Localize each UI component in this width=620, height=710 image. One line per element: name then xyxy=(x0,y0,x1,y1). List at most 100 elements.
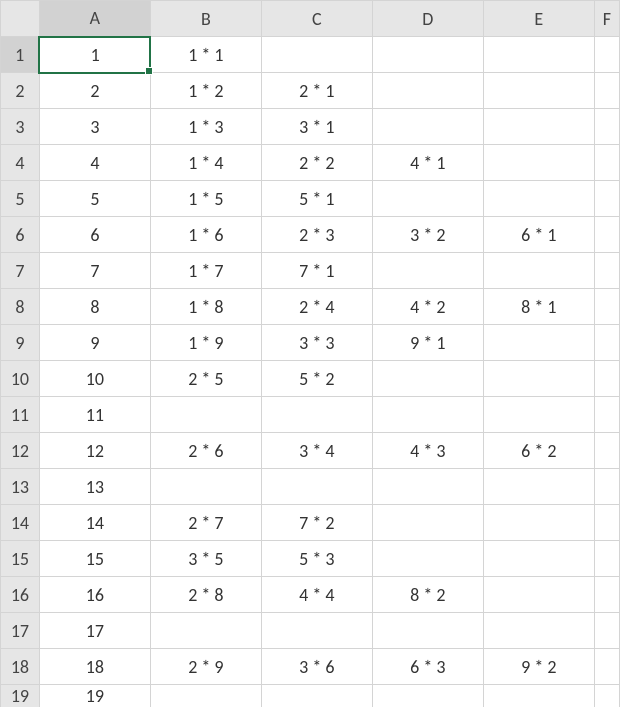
cell-D6[interactable]: 3 * 2 xyxy=(372,217,483,253)
cell-B14[interactable]: 2 * 7 xyxy=(150,505,261,541)
cell-B16[interactable]: 2 * 8 xyxy=(150,577,261,613)
cell-C2[interactable]: 2 * 1 xyxy=(261,73,372,109)
cell-B15[interactable]: 3 * 5 xyxy=(150,541,261,577)
cell-A13[interactable]: 13 xyxy=(39,469,150,505)
row-header-11[interactable]: 11 xyxy=(1,397,40,433)
cell-D8[interactable]: 4 * 2 xyxy=(372,289,483,325)
cell-C8[interactable]: 2 * 4 xyxy=(261,289,372,325)
cell-C15[interactable]: 5 * 3 xyxy=(261,541,372,577)
row-header-18[interactable]: 18 xyxy=(1,649,40,685)
cell-F6[interactable] xyxy=(594,217,619,253)
cell-A4[interactable]: 4 xyxy=(39,145,150,181)
cell-F4[interactable] xyxy=(594,145,619,181)
cell-E1[interactable] xyxy=(483,37,594,73)
row-header-17[interactable]: 17 xyxy=(1,613,40,649)
cell-D7[interactable] xyxy=(372,253,483,289)
cell-C18[interactable]: 3 * 6 xyxy=(261,649,372,685)
row-header-7[interactable]: 7 xyxy=(1,253,40,289)
cell-B7[interactable]: 1 * 7 xyxy=(150,253,261,289)
cell-D13[interactable] xyxy=(372,469,483,505)
cell-E12[interactable]: 6 * 2 xyxy=(483,433,594,469)
cell-D11[interactable] xyxy=(372,397,483,433)
cell-D2[interactable] xyxy=(372,73,483,109)
cell-A8[interactable]: 8 xyxy=(39,289,150,325)
row-header-1[interactable]: 1 xyxy=(1,37,40,73)
cell-C11[interactable] xyxy=(261,397,372,433)
cell-B4[interactable]: 1 * 4 xyxy=(150,145,261,181)
cell-E19[interactable] xyxy=(483,685,594,708)
cell-F8[interactable] xyxy=(594,289,619,325)
cell-D15[interactable] xyxy=(372,541,483,577)
cell-E17[interactable] xyxy=(483,613,594,649)
cell-D17[interactable] xyxy=(372,613,483,649)
cell-C13[interactable] xyxy=(261,469,372,505)
cell-F11[interactable] xyxy=(594,397,619,433)
row-header-4[interactable]: 4 xyxy=(1,145,40,181)
cell-F7[interactable] xyxy=(594,253,619,289)
cell-E16[interactable] xyxy=(483,577,594,613)
cell-E11[interactable] xyxy=(483,397,594,433)
cell-F5[interactable] xyxy=(594,181,619,217)
cell-A3[interactable]: 3 xyxy=(39,109,150,145)
cell-C9[interactable]: 3 * 3 xyxy=(261,325,372,361)
cell-A11[interactable]: 11 xyxy=(39,397,150,433)
cell-A18[interactable]: 18 xyxy=(39,649,150,685)
cell-C12[interactable]: 3 * 4 xyxy=(261,433,372,469)
cell-B11[interactable] xyxy=(150,397,261,433)
cell-F2[interactable] xyxy=(594,73,619,109)
cell-C14[interactable]: 7 * 2 xyxy=(261,505,372,541)
cell-C10[interactable]: 5 * 2 xyxy=(261,361,372,397)
cell-F19[interactable] xyxy=(594,685,619,708)
cell-B2[interactable]: 1 * 2 xyxy=(150,73,261,109)
cell-A17[interactable]: 17 xyxy=(39,613,150,649)
cell-A16[interactable]: 16 xyxy=(39,577,150,613)
cell-C4[interactable]: 2 * 2 xyxy=(261,145,372,181)
row-header-19[interactable]: 19 xyxy=(1,685,40,708)
cell-E13[interactable] xyxy=(483,469,594,505)
row-header-15[interactable]: 15 xyxy=(1,541,40,577)
cell-F1[interactable] xyxy=(594,37,619,73)
cell-C16[interactable]: 4 * 4 xyxy=(261,577,372,613)
cell-D16[interactable]: 8 * 2 xyxy=(372,577,483,613)
row-header-2[interactable]: 2 xyxy=(1,73,40,109)
cell-A6[interactable]: 6 xyxy=(39,217,150,253)
cell-D3[interactable] xyxy=(372,109,483,145)
cell-D18[interactable]: 6 * 3 xyxy=(372,649,483,685)
column-header-B[interactable]: B xyxy=(150,1,261,37)
cell-B17[interactable] xyxy=(150,613,261,649)
cell-C17[interactable] xyxy=(261,613,372,649)
cell-B10[interactable]: 2 * 5 xyxy=(150,361,261,397)
cell-E10[interactable] xyxy=(483,361,594,397)
cell-E2[interactable] xyxy=(483,73,594,109)
row-header-6[interactable]: 6 xyxy=(1,217,40,253)
cell-D9[interactable]: 9 * 1 xyxy=(372,325,483,361)
cell-C6[interactable]: 2 * 3 xyxy=(261,217,372,253)
row-header-3[interactable]: 3 xyxy=(1,109,40,145)
cell-E4[interactable] xyxy=(483,145,594,181)
cell-A2[interactable]: 2 xyxy=(39,73,150,109)
row-header-9[interactable]: 9 xyxy=(1,325,40,361)
cell-B19[interactable] xyxy=(150,685,261,708)
cell-F10[interactable] xyxy=(594,361,619,397)
cell-A12[interactable]: 12 xyxy=(39,433,150,469)
cell-A19[interactable]: 19 xyxy=(39,685,150,708)
row-header-16[interactable]: 16 xyxy=(1,577,40,613)
column-header-C[interactable]: C xyxy=(261,1,372,37)
cell-B8[interactable]: 1 * 8 xyxy=(150,289,261,325)
cell-B9[interactable]: 1 * 9 xyxy=(150,325,261,361)
cell-C7[interactable]: 7 * 1 xyxy=(261,253,372,289)
cell-A5[interactable]: 5 xyxy=(39,181,150,217)
cell-C1[interactable] xyxy=(261,37,372,73)
column-header-D[interactable]: D xyxy=(372,1,483,37)
row-header-14[interactable]: 14 xyxy=(1,505,40,541)
cell-E8[interactable]: 8 * 1 xyxy=(483,289,594,325)
cell-A14[interactable]: 14 xyxy=(39,505,150,541)
cell-A15[interactable]: 15 xyxy=(39,541,150,577)
cell-A1[interactable]: 1 xyxy=(39,37,150,73)
cell-B13[interactable] xyxy=(150,469,261,505)
cell-E5[interactable] xyxy=(483,181,594,217)
cell-E3[interactable] xyxy=(483,109,594,145)
cell-F9[interactable] xyxy=(594,325,619,361)
cell-A9[interactable]: 9 xyxy=(39,325,150,361)
cell-D5[interactable] xyxy=(372,181,483,217)
